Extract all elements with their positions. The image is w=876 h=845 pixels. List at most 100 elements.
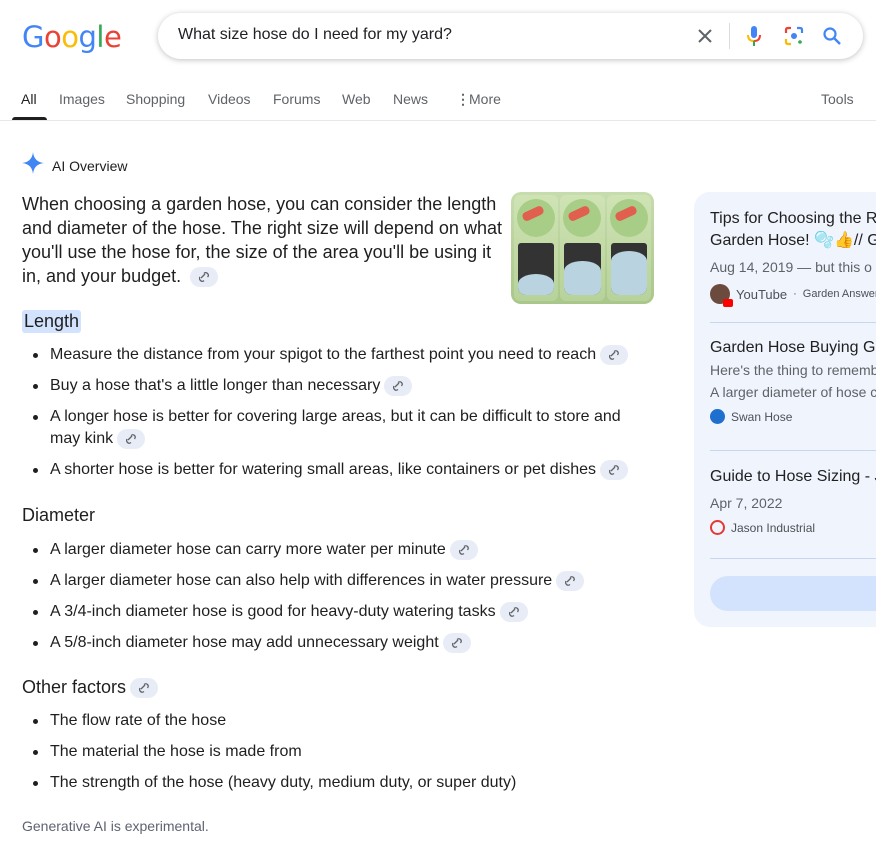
source-title[interactable]: Garden Hose Buying Gu bbox=[710, 337, 876, 359]
source-card[interactable]: Guide to Hose Sizing - J Apr 7, 2022 Jas… bbox=[710, 466, 876, 535]
source-author: Garden Answer bbox=[802, 288, 876, 300]
source-site: YouTube · Garden Answer bbox=[710, 284, 876, 307]
tab-images[interactable]: Images bbox=[59, 91, 105, 107]
list-item: A longer hose is better for covering lar… bbox=[33, 406, 640, 450]
logo-letter: G bbox=[22, 20, 44, 54]
search-icon[interactable] bbox=[820, 24, 844, 48]
logo-letter: o bbox=[43, 20, 62, 54]
source-site: Swan Hose bbox=[710, 409, 876, 424]
list-item: A 5/8-inch diameter hose may add unneces… bbox=[33, 632, 650, 654]
list-item-text: A larger diameter hose can carry more wa… bbox=[50, 541, 446, 558]
citation-chip[interactable] bbox=[449, 539, 478, 560]
source-title[interactable]: Guide to Hose Sizing - J bbox=[710, 466, 876, 488]
search-divider bbox=[729, 23, 730, 49]
clear-icon[interactable] bbox=[693, 24, 717, 48]
link-icon bbox=[565, 575, 576, 586]
link-icon bbox=[126, 433, 137, 444]
citation-chip[interactable] bbox=[130, 678, 159, 699]
list-item-text: A 5/8-inch diameter hose may add unneces… bbox=[50, 634, 439, 651]
list-item-text: The flow rate of the hose bbox=[50, 712, 227, 729]
ai-overview-header: AI Overview bbox=[22, 152, 127, 179]
length-list: Measure the distance from your spigot to… bbox=[33, 344, 650, 490]
search-tabs: All Images Shopping Videos Forums Web Ne… bbox=[0, 80, 876, 121]
logo-letter: l bbox=[96, 20, 104, 54]
search-box[interactable]: What size hose do I need for my yard? bbox=[158, 13, 863, 59]
generative-ai-disclaimer: Generative AI is experimental. bbox=[22, 818, 209, 834]
ai-overview-title: AI Overview bbox=[52, 157, 128, 174]
tab-web[interactable]: Web bbox=[342, 91, 371, 107]
tab-forums[interactable]: Forums bbox=[273, 91, 320, 107]
image-panel bbox=[514, 195, 559, 301]
source-divider bbox=[710, 558, 876, 559]
list-item-text: The strength of the hose (heavy duty, me… bbox=[50, 774, 517, 791]
source-site-name: YouTube bbox=[736, 286, 788, 302]
source-card[interactable]: Tips for Choosing the R Garden Hose! 🫧👍/… bbox=[710, 208, 876, 307]
active-tab-indicator bbox=[12, 117, 47, 120]
source-snippet: Here's the thing to rememb bbox=[710, 362, 876, 378]
google-logo[interactable]: Google bbox=[22, 20, 122, 54]
logo-letter: e bbox=[103, 20, 122, 54]
jason-industrial-logo-icon bbox=[710, 520, 725, 535]
diameter-list: A larger diameter hose can carry more wa… bbox=[33, 539, 650, 663]
list-item-text: Measure the distance from your spigot to… bbox=[50, 346, 597, 363]
link-icon bbox=[458, 544, 469, 555]
tab-more-label: More bbox=[469, 91, 501, 107]
section-heading-length: Length bbox=[22, 310, 82, 333]
link-icon bbox=[393, 380, 404, 391]
source-meta: Aug 14, 2019 — but this o bbox=[710, 259, 872, 275]
search-input[interactable]: What size hose do I need for my yard? bbox=[178, 26, 452, 44]
list-item-text: A shorter hose is better for watering sm… bbox=[50, 461, 597, 478]
link-icon bbox=[199, 272, 210, 283]
microphone-icon[interactable] bbox=[742, 24, 766, 48]
sparkle-icon bbox=[22, 152, 44, 179]
swan-hose-logo-icon bbox=[710, 409, 725, 424]
section-heading-other-factors: Other factors bbox=[22, 677, 159, 699]
youtube-avatar-icon bbox=[710, 284, 733, 307]
intro-text: When choosing a garden hose, you can con… bbox=[22, 194, 502, 286]
citation-chip[interactable] bbox=[499, 601, 528, 622]
link-icon bbox=[609, 349, 619, 360]
image-panel bbox=[606, 195, 651, 301]
tab-news[interactable]: News bbox=[393, 91, 428, 107]
logo-letter: g bbox=[78, 20, 97, 54]
list-item-text: The material the hose is made from bbox=[50, 743, 302, 760]
sources-panel: Tips for Choosing the R Garden Hose! 🫧👍/… bbox=[694, 192, 876, 627]
citation-chip[interactable] bbox=[556, 570, 585, 591]
source-site-name: Jason Industrial bbox=[731, 520, 816, 535]
source-divider bbox=[710, 450, 876, 451]
list-item: The strength of the hose (heavy duty, me… bbox=[33, 772, 650, 794]
citation-chip[interactable] bbox=[442, 632, 471, 653]
list-item: Measure the distance from your spigot to… bbox=[33, 344, 650, 366]
more-vert-icon: ⋮ bbox=[456, 91, 470, 107]
source-title[interactable]: Tips for Choosing the R bbox=[710, 208, 876, 230]
tab-all[interactable]: All bbox=[21, 91, 37, 107]
hose-diameter-image[interactable] bbox=[511, 192, 654, 304]
citation-chip[interactable] bbox=[600, 459, 629, 480]
source-card[interactable]: Garden Hose Buying Gu Here's the thing t… bbox=[710, 337, 876, 424]
tab-more[interactable]: ⋮More bbox=[456, 91, 501, 108]
citation-chip[interactable] bbox=[117, 428, 146, 449]
source-meta: Apr 7, 2022 bbox=[710, 495, 783, 511]
show-all-sources-button[interactable] bbox=[710, 576, 876, 611]
tab-shopping[interactable]: Shopping bbox=[126, 91, 185, 107]
list-item: The material the hose is made from bbox=[33, 741, 650, 763]
tools-button[interactable]: Tools bbox=[821, 91, 854, 107]
citation-chip[interactable] bbox=[190, 267, 219, 288]
image-panel bbox=[560, 195, 605, 301]
citation-chip[interactable] bbox=[600, 344, 629, 365]
source-site: Jason Industrial bbox=[710, 520, 876, 535]
list-item: A larger diameter hose can carry more wa… bbox=[33, 539, 650, 561]
list-item: The flow rate of the hose bbox=[33, 710, 650, 732]
section-heading-text: Other factors bbox=[22, 677, 127, 697]
logo-letter: o bbox=[61, 20, 79, 54]
list-item: Buy a hose that's a little longer than n… bbox=[33, 375, 650, 397]
citation-chip[interactable] bbox=[384, 375, 413, 396]
separator: · bbox=[793, 288, 797, 300]
link-icon bbox=[139, 683, 149, 694]
list-item-text: A larger diameter hose can also help wit… bbox=[50, 572, 553, 589]
list-item: A 3/4-inch diameter hose is good for hea… bbox=[33, 601, 650, 623]
list-item: A larger diameter hose can also help wit… bbox=[33, 570, 650, 592]
lens-icon[interactable] bbox=[782, 24, 806, 48]
tab-videos[interactable]: Videos bbox=[208, 91, 251, 107]
source-title-line2[interactable]: Garden Hose! 🫧👍// G bbox=[710, 230, 876, 252]
